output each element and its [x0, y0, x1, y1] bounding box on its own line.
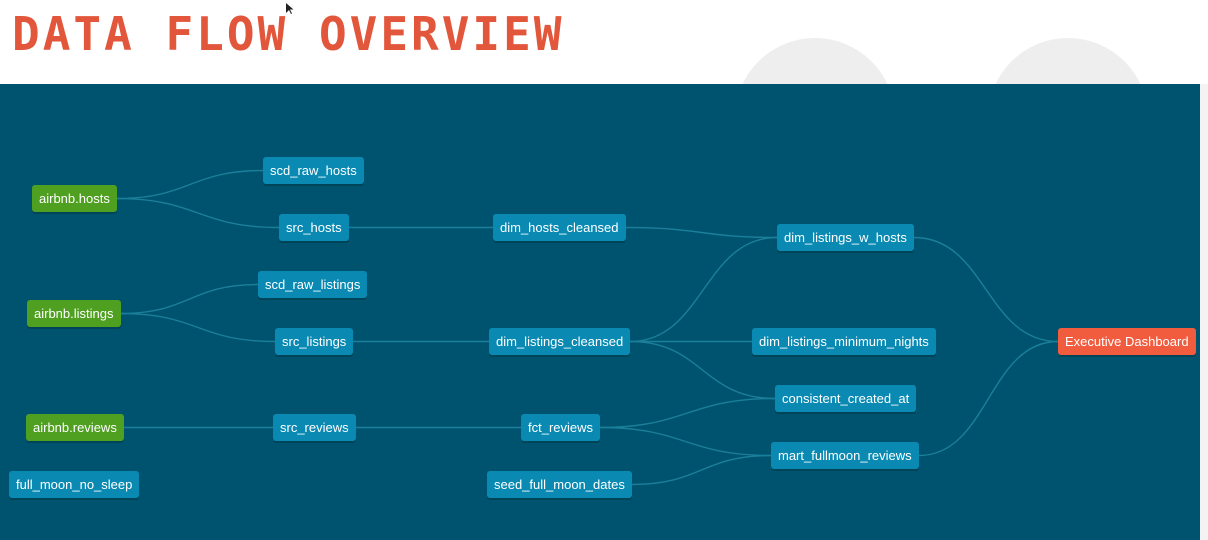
- edge-airbnb_hosts-to-scd_raw_hosts: [116, 169, 264, 200]
- model-node-dim-listings-w-hosts[interactable]: dim_listings_w_hosts: [777, 224, 914, 251]
- edge-dim_listings_w_hosts-to-executive_dashboard: [913, 236, 1059, 343]
- model-node-fct-reviews[interactable]: fct_reviews: [521, 414, 601, 441]
- model-node-consistent-created-at[interactable]: consistent_created_at: [775, 385, 917, 412]
- model-node-scd-raw-listings[interactable]: scd_raw_listings: [258, 271, 368, 298]
- model-node-dim-listings-cleansed[interactable]: dim_listings_cleansed: [489, 328, 631, 355]
- edge-fct_reviews-to-mart_fullmoon_reviews: [599, 426, 772, 457]
- model-node-dim-listings-minimum-nights[interactable]: dim_listings_minimum_nights: [752, 328, 936, 355]
- edge-airbnb_listings-to-scd_raw_listings: [120, 283, 259, 315]
- model-node-src-listings[interactable]: src_listings: [275, 328, 354, 355]
- edge-airbnb_hosts-to-src_hosts: [116, 197, 280, 229]
- mouse-cursor-icon: [286, 3, 294, 14]
- edge-dim_listings_cleansed-to-dim_listings_w_hosts: [629, 236, 778, 343]
- model-node-scd-raw-hosts[interactable]: scd_raw_hosts: [263, 157, 364, 184]
- source-node-airbnb-listings[interactable]: airbnb.listings: [27, 300, 121, 327]
- source-node-airbnb-reviews[interactable]: airbnb.reviews: [26, 414, 124, 441]
- model-node-mart-fullmoon-reviews[interactable]: mart_fullmoon_reviews: [771, 442, 919, 469]
- edge-seed_full_moon_dates-to-mart_fullmoon_reviews: [631, 454, 772, 486]
- source-node-airbnb-hosts[interactable]: airbnb.hosts: [32, 185, 117, 212]
- model-node-full-moon-no-sleep[interactable]: full_moon_no_sleep: [9, 471, 140, 498]
- model-node-src-reviews[interactable]: src_reviews: [273, 414, 356, 441]
- right-edge-strip: [1200, 84, 1208, 540]
- lineage-graph-canvas[interactable]: airbnb.hosts airbnb.listings airbnb.revi…: [0, 84, 1208, 540]
- edge-fct_reviews-to-consistent_created_at: [599, 397, 776, 429]
- model-node-dim-hosts-cleansed[interactable]: dim_hosts_cleansed: [493, 214, 626, 241]
- exposure-node-executive-dashboard[interactable]: Executive Dashboard: [1058, 328, 1196, 355]
- model-node-seed-full-moon-dates[interactable]: seed_full_moon_dates: [487, 471, 632, 498]
- edge-airbnb_listings-to-src_listings: [120, 312, 276, 343]
- edge-dim_hosts_cleansed-to-dim_listings_w_hosts: [625, 226, 778, 239]
- edge-mart_fullmoon_reviews-to-executive_dashboard: [918, 340, 1059, 457]
- model-node-src-hosts[interactable]: src_hosts: [279, 214, 349, 241]
